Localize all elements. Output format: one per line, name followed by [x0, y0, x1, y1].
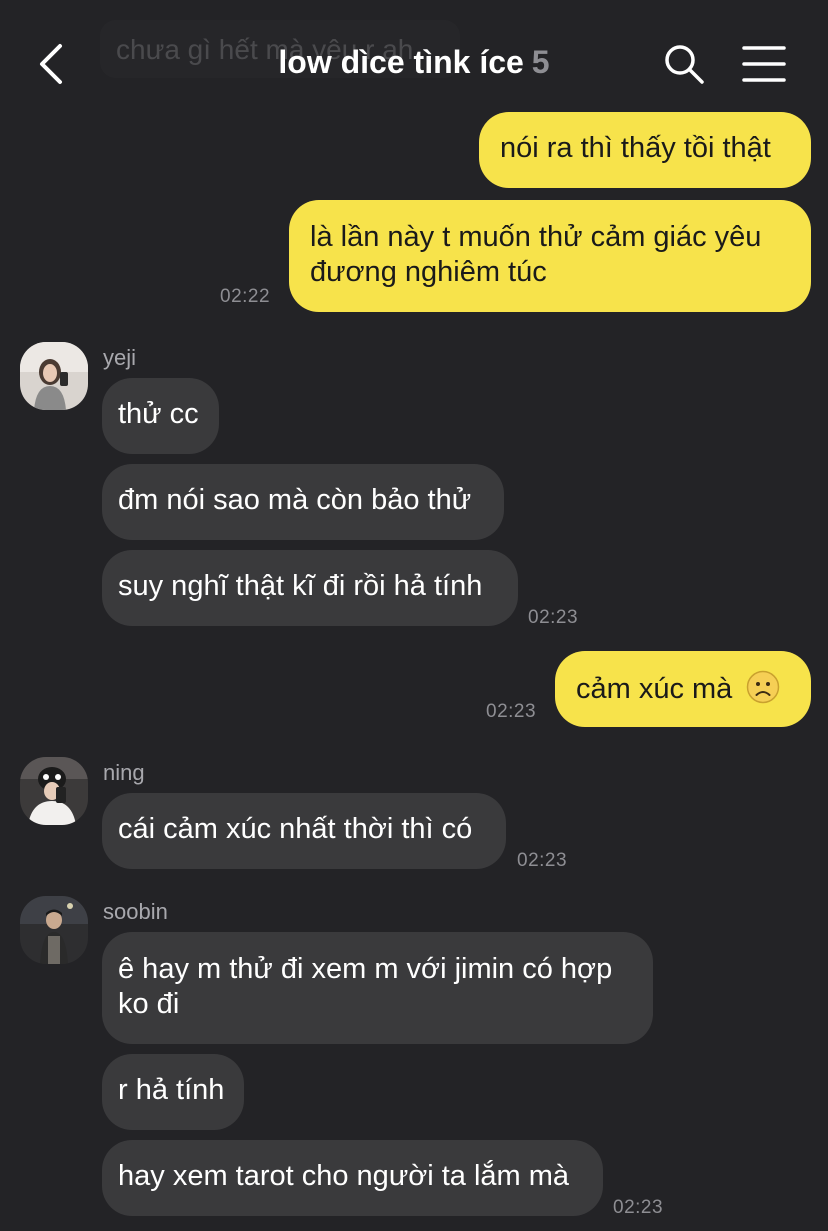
chat-name: low dìce tìnk íce	[278, 44, 524, 80]
their-message-bubble[interactable]: cái cảm xúc nhất thời thì có	[102, 793, 506, 869]
message-timestamp: 02:23	[613, 1197, 664, 1218]
message-text-line-1: là lần này t muốn thử cảm giác yêu	[310, 221, 762, 253]
message-text: nói ra thì thấy tồi thật	[500, 132, 771, 164]
message-text: suy nghĩ thật kĩ đi rồi hả tính	[118, 570, 483, 602]
frowning-face-icon	[747, 670, 780, 704]
chat-header: chưa gì hết mà yêu r ah low dìce tìnk íc…	[0, 0, 828, 112]
their-message-bubble[interactable]: suy nghĩ thật kĩ đi rồi hả tính	[102, 550, 518, 626]
their-message-bubble[interactable]: r hả tính	[102, 1054, 244, 1130]
profile-photo-icon	[20, 896, 88, 964]
message-text: cái cảm xúc nhất thời thì có	[118, 813, 473, 845]
avatar-ning[interactable]	[20, 757, 88, 825]
their-message-bubble[interactable]: hay xem tarot cho người ta lắm mà	[102, 1140, 603, 1216]
their-message-bubble[interactable]: ê hay m thử đi xem m với jimin có hợp ko…	[102, 932, 653, 1044]
message-text: thử cc	[118, 398, 199, 430]
message-text: đm nói sao mà còn bảo thử	[118, 484, 472, 516]
message-timestamp: 02:22	[220, 286, 271, 307]
member-count: 5	[531, 44, 550, 80]
message-text: cảm xúc mà	[576, 673, 733, 705]
message-text-line-2: đương nghiêm túc	[310, 256, 547, 288]
my-message-bubble[interactable]: là lần này t muốn thử cảm giác yêu đương…	[289, 200, 811, 312]
search-icon	[665, 45, 704, 84]
message-timestamp: 02:23	[486, 701, 537, 722]
message-text-line-2: ko đi	[118, 988, 180, 1020]
profile-photo-icon	[20, 342, 88, 410]
message-timestamp: 02:23	[517, 850, 568, 871]
sender-name: ning	[103, 760, 145, 785]
menu-button[interactable]	[740, 44, 788, 84]
message-text: r hả tính	[118, 1074, 225, 1106]
avatar-yeji[interactable]	[20, 342, 88, 410]
message-text-line-1: ê hay m thử đi xem m với jimin có hợp	[118, 953, 613, 985]
their-message-bubble[interactable]: thử cc	[102, 378, 219, 454]
sender-name: soobin	[103, 899, 168, 924]
message-timestamp: 02:23	[528, 607, 579, 628]
their-message-bubble[interactable]: đm nói sao mà còn bảo thử	[102, 464, 504, 540]
my-message-bubble[interactable]: nói ra thì thấy tồi thật	[479, 112, 811, 188]
my-message-bubble[interactable]: cảm xúc mà	[555, 651, 811, 727]
message-text: hay xem tarot cho người ta lắm mà	[118, 1160, 570, 1192]
sender-name: yeji	[103, 345, 137, 370]
profile-photo-icon	[20, 757, 88, 825]
avatar-soobin[interactable]	[20, 896, 88, 964]
search-button[interactable]	[662, 42, 706, 86]
hamburger-menu-icon	[742, 46, 786, 82]
